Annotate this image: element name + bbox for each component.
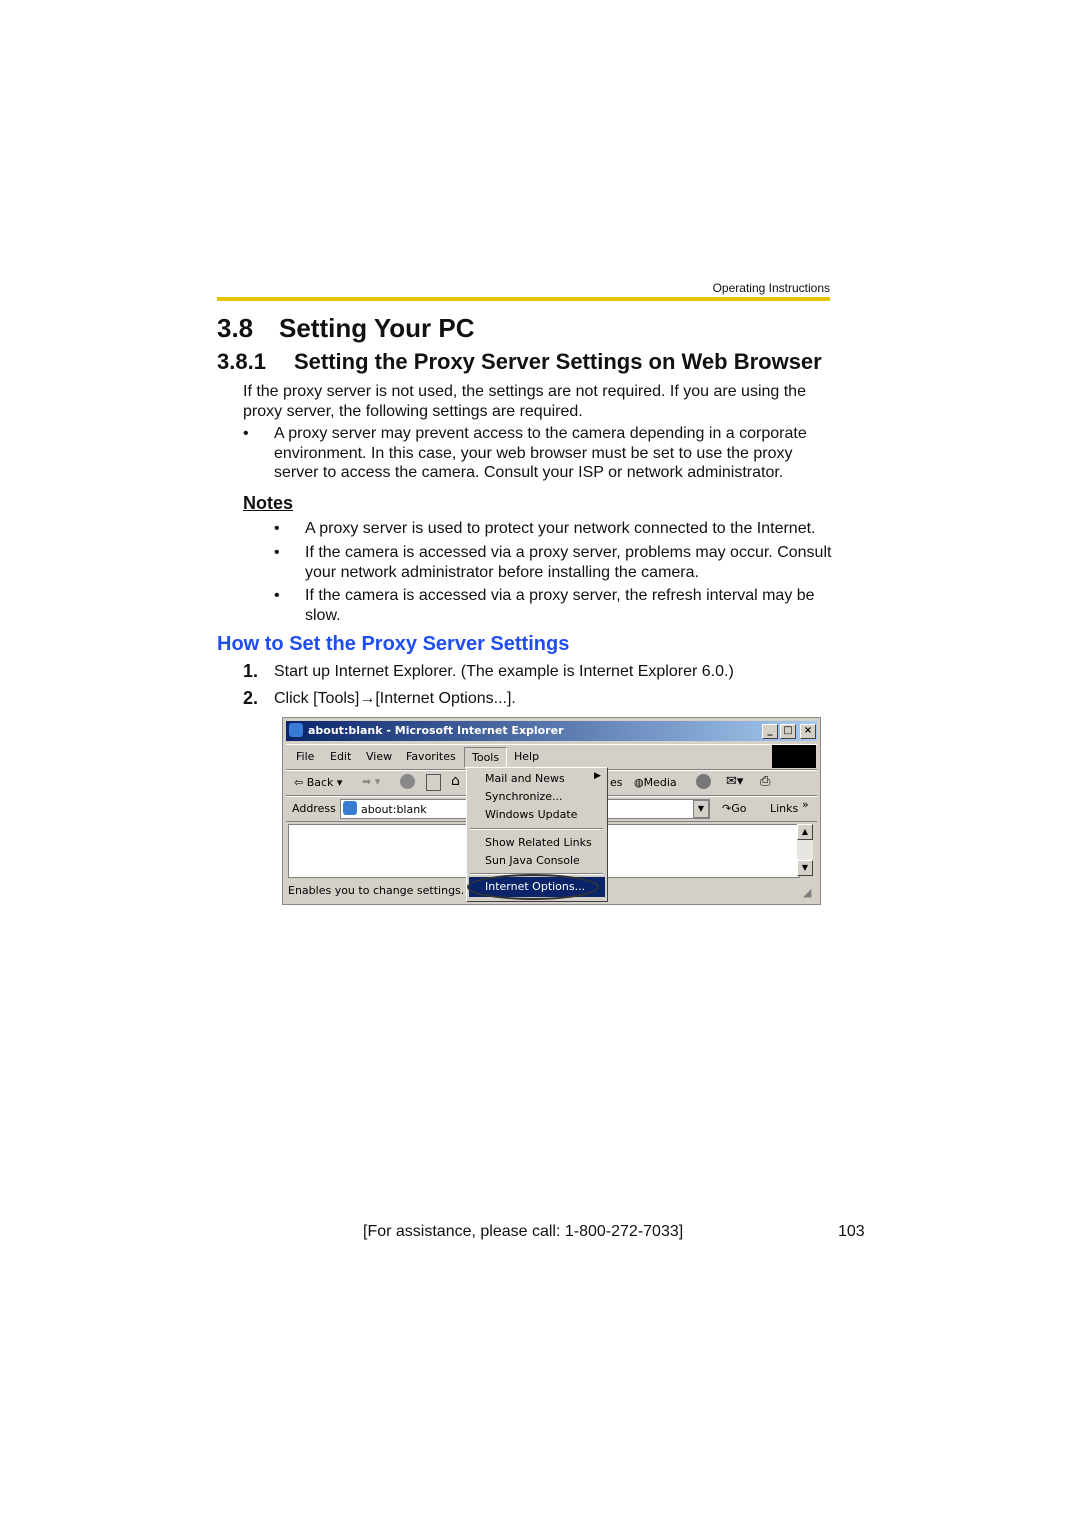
address-value: about:blank	[361, 803, 427, 816]
menu-separator	[470, 828, 603, 830]
media-label: Media	[643, 776, 677, 789]
note-line: A proxy server is used to protect your n…	[305, 520, 816, 537]
note-item: If the camera is accessed via a proxy se…	[305, 586, 815, 625]
subsection-number: 3.8.1	[217, 349, 266, 374]
page-number: 103	[838, 1223, 865, 1240]
back-label: Back	[306, 776, 334, 789]
menu-item-show-related-links[interactable]: Show Related Links	[485, 836, 592, 849]
stop-icon[interactable]	[400, 774, 415, 789]
step-text: Click [Tools]→[Internet Options...].	[274, 690, 516, 707]
menu-edit[interactable]: Edit	[330, 750, 351, 763]
chevron-right-icon[interactable]: »	[802, 798, 809, 811]
address-dropdown-button[interactable]: ▼	[693, 800, 709, 818]
step-number: 1.	[243, 661, 259, 681]
section-title: Setting Your PC	[279, 313, 475, 343]
scroll-up-button[interactable]: ▲	[797, 824, 813, 840]
highlight-oval	[467, 874, 599, 900]
step-number: 2.	[243, 688, 259, 708]
maximize-button[interactable]: □	[780, 724, 796, 739]
menu-view[interactable]: View	[366, 750, 392, 763]
bullet-text: A proxy server may prevent access to the…	[274, 424, 807, 483]
go-label: Go	[731, 802, 747, 815]
note-line: If the camera is accessed via a proxy se…	[305, 587, 815, 604]
bullet-line: environment. In this case, your web brow…	[274, 444, 793, 462]
step-text: Start up Internet Explorer. (The example…	[274, 663, 734, 680]
media-button[interactable]: ◍Media	[634, 776, 677, 789]
note-line: If the camera is accessed via a proxy se…	[305, 544, 832, 561]
menu-tools[interactable]: Tools	[464, 747, 508, 768]
close-button[interactable]: ×	[800, 724, 816, 739]
document-page: Operating Instructions 3.8 Setting Your …	[0, 0, 1080, 1528]
bullet-line: A proxy server may prevent access to the…	[274, 425, 807, 442]
menu-file[interactable]: File	[296, 750, 314, 763]
scroll-down-button[interactable]: ▼	[797, 860, 813, 876]
mail-icon[interactable]: ✉▾	[726, 774, 743, 789]
howto-heading: How to Set the Proxy Server Settings	[217, 633, 570, 655]
note-bullet: •	[274, 544, 280, 561]
go-button[interactable]: ↷Go	[722, 802, 746, 815]
section-number: 3.8	[217, 313, 254, 343]
back-button[interactable]: ⇦ Back ▾	[294, 776, 342, 789]
note-line: your network administrator before instal…	[305, 563, 699, 581]
intro-paragraph: If the proxy server is not used, the set…	[243, 382, 806, 421]
refresh-icon[interactable]	[426, 774, 441, 791]
menu-item-windows-update[interactable]: Windows Update	[485, 808, 577, 821]
note-bullet: •	[274, 520, 280, 537]
header-rule	[217, 297, 830, 301]
menu-favorites[interactable]: Favorites	[406, 750, 456, 763]
favorites-partial: es	[610, 776, 623, 789]
page-icon	[343, 801, 357, 815]
note-item: A proxy server is used to protect your n…	[305, 519, 816, 539]
intro-line: proxy server, the following settings are…	[243, 402, 583, 420]
forward-button[interactable]: ➡ ▾	[362, 775, 380, 788]
bullet-line: server to access the camera. Consult you…	[274, 464, 784, 481]
resize-grip-icon[interactable]: ◢	[803, 886, 811, 899]
tools-dropdown-menu: Mail and News ▶ Synchronize... Windows U…	[466, 767, 608, 902]
vertical-scrollbar[interactable]: ▲ ▼	[797, 824, 813, 876]
menu-item-synchronize[interactable]: Synchronize...	[485, 790, 563, 803]
running-title: Operating Instructions	[712, 281, 830, 295]
address-label: Address	[292, 802, 336, 815]
submenu-arrow-icon: ▶	[594, 771, 601, 781]
home-icon[interactable]: ⌂	[451, 773, 460, 789]
notes-heading: Notes	[243, 493, 294, 513]
intro-line: If the proxy server is not used, the set…	[243, 383, 806, 400]
status-text: Enables you to change settings.	[288, 884, 465, 897]
history-icon[interactable]	[696, 774, 711, 789]
menu-item-sun-java-console[interactable]: Sun Java Console	[485, 854, 580, 867]
footer-assistance: [For assistance, please call: 1-800-272-…	[363, 1223, 684, 1240]
menu-help[interactable]: Help	[514, 750, 539, 763]
subsection-title: Setting the Proxy Server Settings on Web…	[294, 349, 822, 374]
menu-item-mail-and-news[interactable]: Mail and News	[485, 772, 565, 785]
minimize-button[interactable]: _	[762, 724, 778, 739]
bullet-symbol: •	[243, 425, 249, 442]
note-line: slow.	[305, 606, 341, 624]
window-title: about:blank - Microsoft Internet Explore…	[308, 724, 564, 737]
title-bar: about:blank - Microsoft Internet Explore…	[286, 721, 817, 741]
note-bullet: •	[274, 587, 280, 604]
print-icon[interactable]: ⎙	[760, 774, 770, 789]
ie-screenshot: about:blank - Microsoft Internet Explore…	[282, 717, 821, 905]
note-item: If the camera is accessed via a proxy se…	[305, 543, 831, 582]
ie-logo-icon	[289, 723, 303, 737]
links-button[interactable]: Links	[770, 802, 798, 815]
windows-logo-icon	[772, 745, 816, 768]
